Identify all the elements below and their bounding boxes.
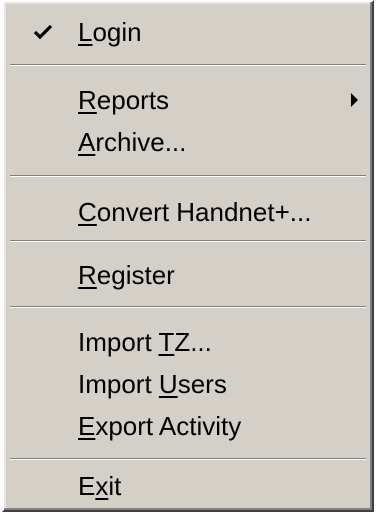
menu-separator	[10, 175, 366, 177]
menu-item-convert-handnet[interactable]: Convert Handnet+...	[8, 190, 368, 234]
submenu-arrow-icon	[351, 93, 358, 107]
menu-separator	[10, 306, 366, 308]
menu-item-register[interactable]: Register	[8, 253, 368, 297]
menu-item-label: Archive...	[78, 127, 187, 157]
menu-item-label: Import Users	[78, 369, 227, 399]
menu-item-label: Convert Handnet+...	[78, 197, 312, 227]
menu-item-reports[interactable]: Reports	[8, 78, 368, 122]
menu-item-label: Login	[78, 17, 142, 47]
menu-separator	[10, 240, 366, 242]
menu-item-exit[interactable]: Exit	[8, 464, 368, 508]
checkmark-icon	[33, 24, 53, 40]
menu-item-import-tz[interactable]: Import TZ...	[8, 320, 368, 364]
menu-separator	[10, 64, 366, 66]
menu-item-import-users[interactable]: Import Users	[8, 362, 368, 406]
menu-separator	[10, 458, 366, 460]
menu-item-label: Export Activity	[78, 411, 242, 441]
context-menu: Login Reports Archive... Convert Handnet…	[2, 0, 374, 512]
menu-item-login[interactable]: Login	[8, 10, 368, 54]
menu-item-export-activity[interactable]: Export Activity	[8, 404, 368, 448]
menu-item-archive[interactable]: Archive...	[8, 120, 368, 164]
menu-item-label: Exit	[78, 471, 122, 501]
menu-item-label: Import TZ...	[78, 327, 212, 357]
menu-item-label: Register	[78, 260, 175, 290]
menu-item-label: Reports	[78, 85, 170, 115]
